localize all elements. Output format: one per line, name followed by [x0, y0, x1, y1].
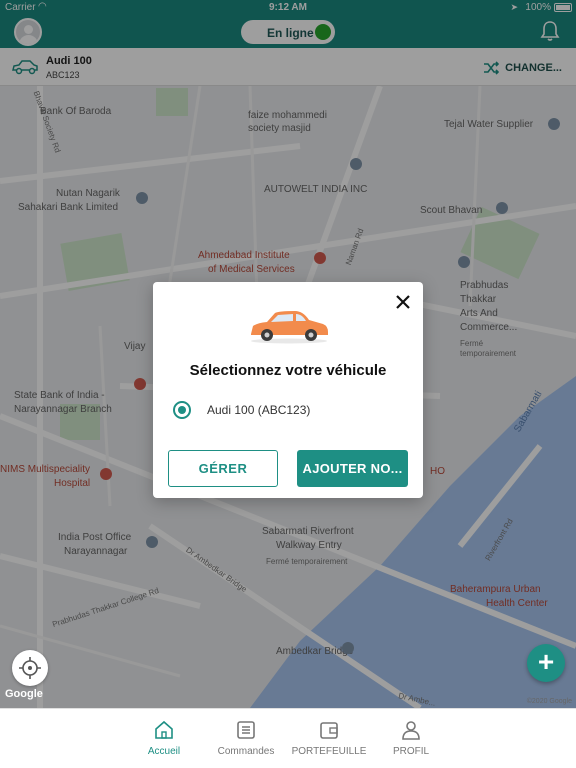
crosshair-icon — [19, 657, 41, 679]
profile-icon — [402, 721, 420, 740]
manage-button[interactable]: GÉRER — [168, 450, 278, 487]
nav-item-orders[interactable]: Commandes — [201, 719, 291, 757]
nav-item-wallet[interactable]: PORTEFEUILLE — [284, 719, 374, 757]
nav-label: Accueil — [147, 746, 181, 757]
add-fab-button[interactable]: + — [527, 644, 565, 682]
vehicle-radio-button[interactable] — [173, 401, 191, 419]
nav-label: PORTEFEUILLE — [291, 746, 367, 757]
home-icon — [155, 720, 173, 739]
nav-label: PROFIL — [392, 746, 430, 757]
my-location-button[interactable] — [12, 650, 48, 686]
vehicle-option-label: Audi 100 (ABC123) — [207, 403, 311, 417]
close-icon[interactable] — [395, 294, 411, 310]
nav-item-profile[interactable]: PROFIL — [366, 719, 456, 757]
map-copyright: ©2020 Google — [526, 698, 572, 705]
vehicle-option[interactable]: Audi 100 (ABC123) — [173, 400, 310, 420]
orders-icon — [237, 721, 255, 739]
google-logo: Google — [5, 688, 43, 700]
nav-item-home[interactable]: Accueil — [119, 719, 209, 757]
car-illustration-icon — [251, 311, 328, 344]
vehicle-select-dialog: Sélectionnez votre véhicule Audi 100 (AB… — [153, 282, 423, 498]
bottom-navigation: Accueil Commandes PORTEFEUILLE PROFIL — [0, 708, 576, 768]
nav-label: Commandes — [217, 746, 275, 757]
dialog-title: Sélectionnez votre véhicule — [189, 362, 387, 379]
wallet-icon — [320, 722, 338, 739]
add-vehicle-button[interactable]: AJOUTER NO... — [297, 450, 408, 487]
